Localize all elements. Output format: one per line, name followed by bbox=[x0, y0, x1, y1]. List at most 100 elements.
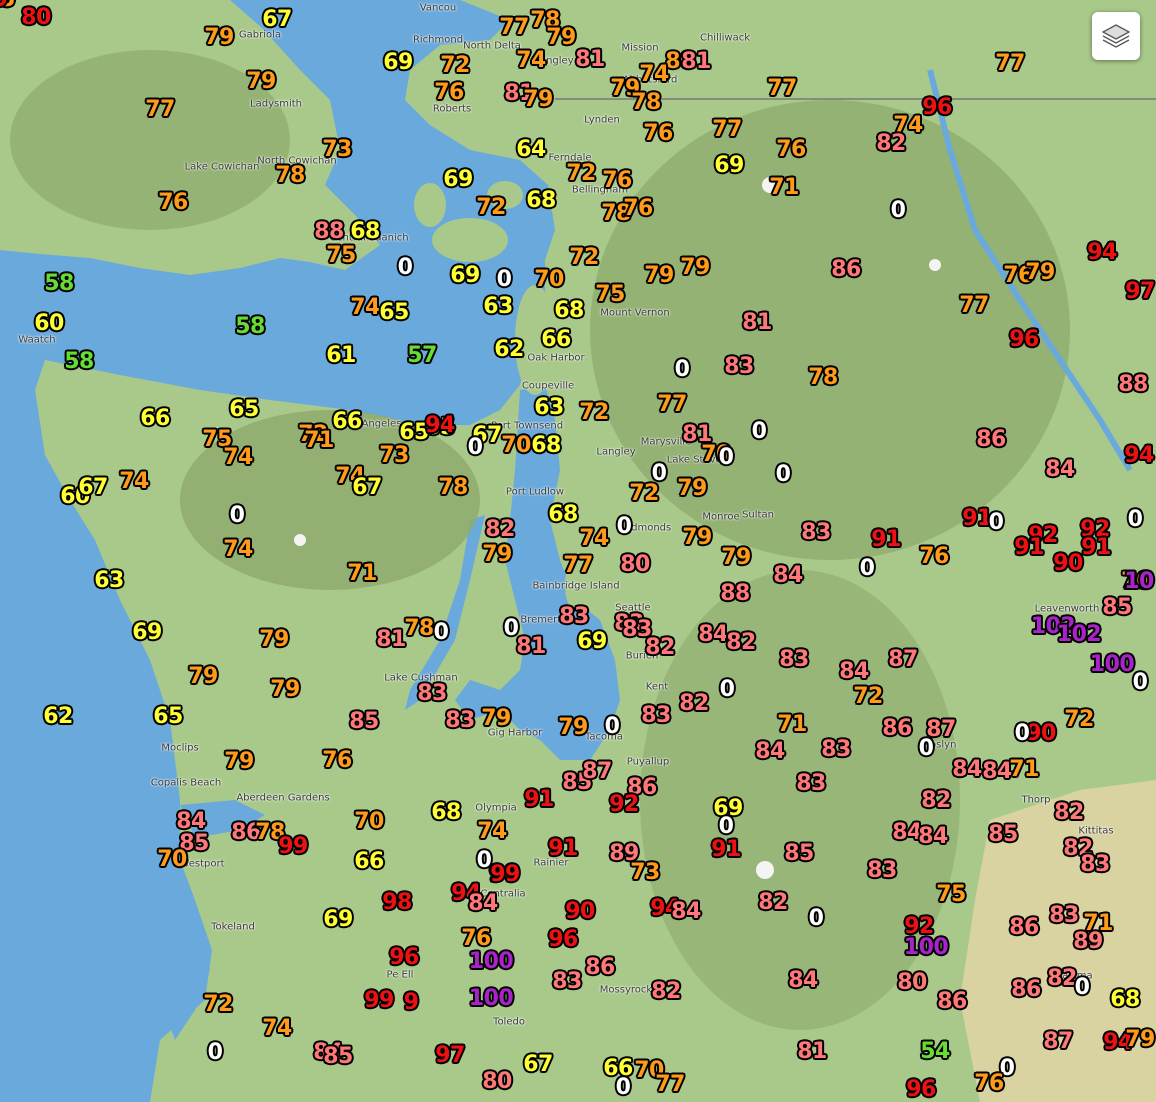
temperature-marker[interactable]: 69 bbox=[714, 155, 744, 177]
temperature-marker[interactable]: 67 bbox=[352, 477, 382, 499]
temperature-marker[interactable]: 85 bbox=[1102, 597, 1132, 619]
temperature-marker[interactable]: 80 bbox=[21, 7, 51, 29]
temperature-marker[interactable]: 74 bbox=[223, 447, 253, 469]
temperature-marker[interactable]: 0 bbox=[1015, 723, 1030, 745]
temperature-marker[interactable]: 0 bbox=[860, 558, 875, 580]
temperature-marker[interactable]: 82 bbox=[726, 632, 756, 654]
temperature-marker[interactable]: 92 bbox=[609, 794, 639, 816]
temperature-marker[interactable]: 69 bbox=[450, 265, 480, 287]
temperature-marker[interactable]: 68 bbox=[526, 190, 556, 212]
temperature-marker[interactable]: 72 bbox=[569, 247, 599, 269]
temperature-marker[interactable]: 91 bbox=[548, 838, 578, 860]
temperature-marker[interactable]: 79 bbox=[644, 265, 674, 287]
temperature-marker[interactable]: 77 bbox=[959, 295, 989, 317]
temperature-marker[interactable]: 83 bbox=[445, 710, 475, 732]
temperature-marker[interactable]: 72 bbox=[203, 994, 233, 1016]
temperature-marker[interactable]: 77 bbox=[499, 17, 529, 39]
temperature-marker[interactable]: 0 bbox=[616, 1077, 631, 1099]
temperature-marker[interactable]: 68 bbox=[548, 504, 578, 526]
temperature-marker[interactable]: 78 bbox=[275, 165, 305, 187]
temperature-marker[interactable]: 75 bbox=[936, 884, 966, 906]
temperature-marker[interactable]: 63 bbox=[483, 296, 513, 318]
temperature-marker[interactable]: 82 bbox=[921, 790, 951, 812]
temperature-marker[interactable]: 86 bbox=[831, 259, 861, 281]
temperature-marker[interactable]: 69 bbox=[577, 631, 607, 653]
temperature-marker[interactable]: 79 bbox=[546, 27, 576, 49]
temperature-marker[interactable]: 83 bbox=[641, 705, 671, 727]
temperature-marker[interactable]: 83 bbox=[417, 683, 447, 705]
temperature-marker[interactable]: 76 bbox=[643, 123, 673, 145]
temperature-marker[interactable]: 74 bbox=[223, 539, 253, 561]
temperature-marker[interactable]: 82 bbox=[651, 981, 681, 1003]
temperature-marker[interactable]: 84 bbox=[952, 759, 982, 781]
temperature-marker[interactable]: 91 bbox=[962, 508, 992, 530]
temperature-marker[interactable]: 0 bbox=[776, 464, 791, 486]
temperature-marker[interactable]: 97 bbox=[1125, 281, 1155, 303]
temperature-marker[interactable]: 78 bbox=[438, 477, 468, 499]
temperature-marker[interactable]: 84 bbox=[839, 661, 869, 683]
temperature-marker[interactable]: 80 bbox=[482, 1071, 512, 1093]
temperature-marker[interactable]: 0 bbox=[652, 463, 667, 485]
temperature-marker[interactable]: 82 bbox=[485, 519, 515, 541]
temperature-marker[interactable]: 91 bbox=[711, 839, 741, 861]
temperature-marker[interactable]: 88 bbox=[1118, 374, 1148, 396]
temperature-marker[interactable]: 58 bbox=[44, 273, 74, 295]
temperature-marker[interactable]: 79 bbox=[680, 257, 710, 279]
temperature-marker[interactable]: 10 bbox=[1124, 571, 1154, 593]
temperature-marker[interactable]: 0 bbox=[617, 516, 632, 538]
temperature-marker[interactable]: 79 bbox=[204, 27, 234, 49]
temperature-marker[interactable]: 100 bbox=[469, 988, 514, 1010]
temperature-marker[interactable]: 75 bbox=[326, 245, 356, 267]
temperature-marker[interactable]: 73 bbox=[379, 445, 409, 467]
temperature-marker[interactable]: 74 bbox=[119, 471, 149, 493]
temperature-marker[interactable]: 86 bbox=[976, 429, 1006, 451]
temperature-marker[interactable]: 82 bbox=[679, 693, 709, 715]
temperature-marker[interactable]: 90 bbox=[1026, 723, 1056, 745]
temperature-marker[interactable]: 0 bbox=[605, 716, 620, 738]
temperature-marker[interactable]: 83 bbox=[821, 739, 851, 761]
temperature-marker[interactable]: 0 bbox=[434, 622, 449, 644]
temperature-marker[interactable]: 74 bbox=[477, 821, 507, 843]
temperature-marker[interactable]: 86 bbox=[882, 718, 912, 740]
temperature-marker[interactable]: 66 bbox=[332, 411, 362, 433]
temperature-marker[interactable]: 0 bbox=[1075, 977, 1090, 999]
temperature-marker[interactable]: 71 bbox=[347, 563, 377, 585]
temperature-marker[interactable]: 83 bbox=[1049, 905, 1079, 927]
temperature-marker[interactable]: 9 bbox=[0, 0, 8, 11]
temperature-marker[interactable]: 67 bbox=[78, 477, 108, 499]
temperature-marker[interactable]: 0 bbox=[919, 738, 934, 760]
temperature-marker[interactable]: 100 bbox=[904, 937, 949, 959]
temperature-marker[interactable]: 77 bbox=[145, 99, 175, 121]
temperature-marker[interactable]: 83 bbox=[1080, 854, 1110, 876]
temperature-marker[interactable]: 72 bbox=[440, 55, 470, 77]
temperature-marker[interactable]: 88 bbox=[720, 583, 750, 605]
temperature-marker[interactable]: 77 bbox=[655, 1074, 685, 1096]
temperature-marker[interactable]: 83 bbox=[552, 971, 582, 993]
temperature-marker[interactable]: 100 bbox=[1090, 654, 1135, 676]
temperature-marker[interactable]: 0 bbox=[1128, 509, 1143, 531]
temperature-marker[interactable]: 99 bbox=[364, 990, 394, 1012]
temperature-marker[interactable]: 84 bbox=[755, 741, 785, 763]
temperature-marker[interactable]: 82 bbox=[1054, 802, 1084, 824]
temperature-marker[interactable]: 91 bbox=[524, 789, 554, 811]
temperature-marker[interactable]: 58 bbox=[64, 351, 94, 373]
temperature-marker[interactable]: 74 bbox=[639, 64, 669, 86]
temperature-marker[interactable]: 72 bbox=[566, 163, 596, 185]
temperature-marker[interactable]: 83 bbox=[779, 649, 809, 671]
temperature-marker[interactable]: 70 bbox=[157, 849, 187, 871]
temperature-marker[interactable]: 84 bbox=[1045, 459, 1075, 481]
temperature-marker[interactable]: 77 bbox=[767, 78, 797, 100]
temperature-marker[interactable]: 57 bbox=[407, 345, 437, 367]
temperature-marker[interactable]: 77 bbox=[995, 53, 1025, 75]
temperature-marker[interactable]: 84 bbox=[982, 761, 1012, 783]
temperature-marker[interactable]: 81 bbox=[516, 636, 546, 658]
temperature-marker[interactable]: 74 bbox=[350, 297, 380, 319]
temperature-marker[interactable]: 79 bbox=[481, 708, 511, 730]
temperature-marker[interactable]: 86 bbox=[1009, 917, 1039, 939]
temperature-marker[interactable]: 87 bbox=[888, 649, 918, 671]
temperature-marker[interactable]: 85 bbox=[988, 824, 1018, 846]
temperature-marker[interactable]: 68 bbox=[1110, 989, 1140, 1011]
temperature-marker[interactable]: 83 bbox=[559, 606, 589, 628]
temperature-marker[interactable]: 78 bbox=[808, 367, 838, 389]
temperature-marker[interactable]: 79 bbox=[246, 71, 276, 93]
